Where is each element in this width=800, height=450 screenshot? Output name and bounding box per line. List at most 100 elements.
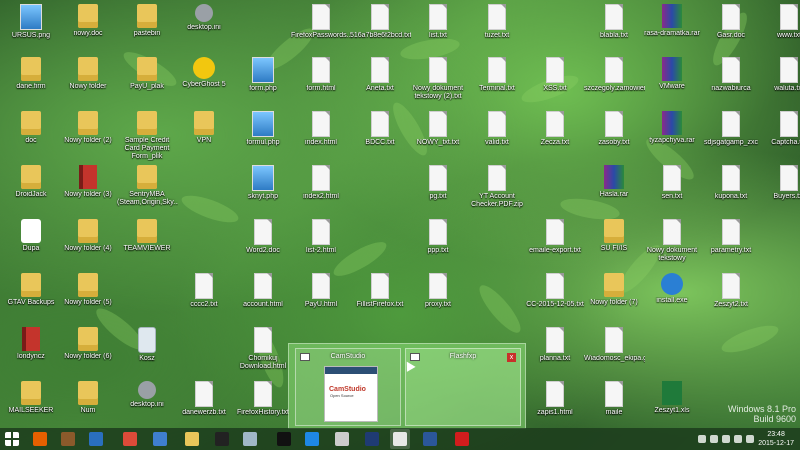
desktop-icon[interactable]: Zeszyt1.xls [641, 379, 703, 433]
desktop-icon[interactable]: ppp.txt [407, 217, 469, 271]
desktop-icon[interactable]: zapis1.html [524, 379, 586, 433]
desktop-icon[interactable]: URSUS.png [0, 2, 62, 56]
desktop-icon[interactable]: index.html [290, 109, 352, 163]
desktop-icon[interactable]: FirefoxHistory.txt [232, 379, 294, 433]
desktop-icon[interactable]: CC-2015-12-05.txt [524, 271, 586, 325]
desktop-icon[interactable]: proxy.txt [407, 271, 469, 325]
desktop-icon[interactable]: Terminal.txt [466, 55, 528, 109]
desktop-icon[interactable]: Word2.doc [232, 217, 294, 271]
taskbar-explorer-button[interactable] [150, 429, 170, 449]
desktop-icon[interactable]: Nowy dokument tekstowy [641, 217, 703, 271]
desktop-icon[interactable]: sen.txt [641, 163, 703, 217]
desktop-icon[interactable]: maile [583, 379, 645, 433]
desktop-icon[interactable]: nowy.doc [57, 2, 119, 56]
desktop-icon[interactable]: zasoby.txt [583, 109, 645, 163]
taskbar-gimp-button[interactable] [58, 429, 78, 449]
desktop-icon[interactable]: index2.html [290, 163, 352, 217]
desktop-icon[interactable]: MAILSEEKER [0, 379, 62, 433]
desktop-icon[interactable]: blabla.txt [583, 2, 645, 56]
desktop-icon[interactable]: NOWY_txt.txt [407, 109, 469, 163]
desktop-icon[interactable]: Nowy folder [57, 55, 119, 109]
desktop-icon[interactable]: SentryMBA (Steam,Origin,Sky... [116, 163, 178, 217]
desktop-icon[interactable]: Captcha.txt [758, 109, 800, 163]
taskbar-cmd-button[interactable] [212, 429, 232, 449]
desktop-icon[interactable]: XSS.txt [524, 55, 586, 109]
desktop-icon[interactable]: YT Account Checker.PDF.zip [466, 163, 528, 217]
desktop-icon[interactable]: Zecza.txt [524, 109, 586, 163]
desktop-icon[interactable]: FirefoxPasswords... [290, 2, 352, 56]
taskbar-thunderbird-button[interactable] [86, 429, 106, 449]
desktop-icon[interactable]: waluta.txt [758, 55, 800, 109]
camstudio-thumbnail[interactable]: CamStudio CamStudio Open Source [295, 348, 401, 426]
taskbar-blackapp-button[interactable] [274, 429, 294, 449]
desktop-icon[interactable]: Sample Credit Card Payment Form_plik [116, 109, 178, 163]
desktop-icon[interactable]: DroidJack [0, 163, 62, 217]
desktop-icon[interactable]: parametry.txt [700, 217, 762, 271]
desktop-icon[interactable]: 516a7b8e6f2bcd.txt [349, 2, 411, 56]
taskbar-chrome-button[interactable] [120, 429, 140, 449]
desktop-icon[interactable]: Aneta.txt [349, 55, 411, 109]
desktop-icon[interactable]: Nowy folder (2) [57, 109, 119, 163]
taskbar-photoshop-button[interactable] [362, 429, 382, 449]
desktop-icon[interactable]: list.txt [407, 2, 469, 56]
desktop-icon[interactable]: sknyt.php [232, 163, 294, 217]
start-button[interactable] [2, 429, 22, 449]
desktop-icon[interactable]: Nowy dokument tekstowy (2).txt [407, 55, 469, 109]
desktop-icon[interactable]: Nowy folder (3) [57, 163, 119, 217]
desktop-icon[interactable]: dane.firm [0, 55, 62, 109]
desktop-icon[interactable]: BDCC.txt [349, 109, 411, 163]
desktop-icon[interactable]: FillistFirefox.txt [349, 271, 411, 325]
desktop-icon[interactable]: emaile-export.txt [524, 217, 586, 271]
desktop-icon[interactable]: Hasla.rar [583, 163, 645, 217]
desktop-icon[interactable]: Wiadomosc_ekipa.gfpion [583, 325, 645, 379]
desktop-icon[interactable]: www.txt [758, 2, 800, 56]
desktop-icon[interactable]: desktop.ini [116, 379, 178, 433]
desktop-icon[interactable]: Zeszyt2.txt [700, 271, 762, 325]
desktop-icon[interactable]: Kosz [116, 325, 178, 379]
flag-icon[interactable] [734, 435, 742, 443]
taskbar-red-app-button[interactable] [452, 429, 472, 449]
desktop-icon[interactable]: CyberGhost 5 [173, 55, 235, 109]
flashfxp-thumbnail[interactable]: Flashfxp x [405, 348, 521, 426]
clock[interactable]: 23:48 2015-12-17 [758, 430, 794, 448]
desktop-icon[interactable]: Nowy folder (7) [583, 271, 645, 325]
taskbar-printer-button[interactable] [332, 429, 352, 449]
close-icon[interactable]: x [507, 353, 516, 362]
desktop-icon[interactable]: SU FI/IS [583, 217, 645, 271]
desktop-icon[interactable]: Nowy folder (5) [57, 271, 119, 325]
desktop-icon[interactable]: install.exe [641, 271, 703, 325]
desktop-icon[interactable]: account.html [232, 271, 294, 325]
desktop-icon[interactable]: form.php [232, 55, 294, 109]
desktop-icon[interactable]: pastebin [116, 2, 178, 56]
desktop-icon[interactable]: TEAMVIEWER [116, 217, 178, 271]
desktop-icon[interactable]: tyzapchyva.rar [641, 109, 703, 163]
desktop-icon[interactable]: Gasr.doc [700, 2, 762, 56]
desktop-icon[interactable]: cccc2.txt [173, 271, 235, 325]
desktop-icon[interactable]: desktop.ini [173, 2, 235, 56]
desktop-icon[interactable]: Chomikuj Download.html [232, 325, 294, 379]
desktop-icon[interactable]: szczegoly.zamowienia [583, 55, 645, 109]
desktop-icon[interactable]: londyncz [0, 325, 62, 379]
desktop-icon[interactable]: GTAV Backups [0, 271, 62, 325]
desktop-icon[interactable]: kupona.txt [700, 163, 762, 217]
desktop-icon[interactable]: formul.php [232, 109, 294, 163]
chevron-up-icon[interactable] [698, 435, 706, 443]
desktop-icon[interactable]: sdjsgatgamp_zxc [700, 109, 762, 163]
taskbar-folder-button[interactable] [182, 429, 202, 449]
desktop-icon[interactable]: tuzet.txt [466, 2, 528, 56]
network-icon[interactable] [710, 435, 718, 443]
desktop-icon[interactable]: PayU.html [290, 271, 352, 325]
desktop-icon[interactable]: PayU_plak [116, 55, 178, 109]
volume-icon[interactable] [722, 435, 730, 443]
desktop-icon[interactable]: pg.txt [407, 163, 469, 217]
desktop-icon[interactable]: planna.txt [524, 325, 586, 379]
keyboard-icon[interactable] [746, 435, 754, 443]
taskbar-ie-button[interactable] [302, 429, 322, 449]
taskbar-firefox-button[interactable] [30, 429, 50, 449]
desktop-icon[interactable]: form.html [290, 55, 352, 109]
desktop-icon[interactable]: Dupa [0, 217, 62, 271]
desktop-icon[interactable]: Nowy folder (6) [57, 325, 119, 379]
desktop-icon[interactable]: Nowy folder (4) [57, 217, 119, 271]
taskbar-word-button[interactable] [420, 429, 440, 449]
desktop-icon[interactable]: list-2.html [290, 217, 352, 271]
